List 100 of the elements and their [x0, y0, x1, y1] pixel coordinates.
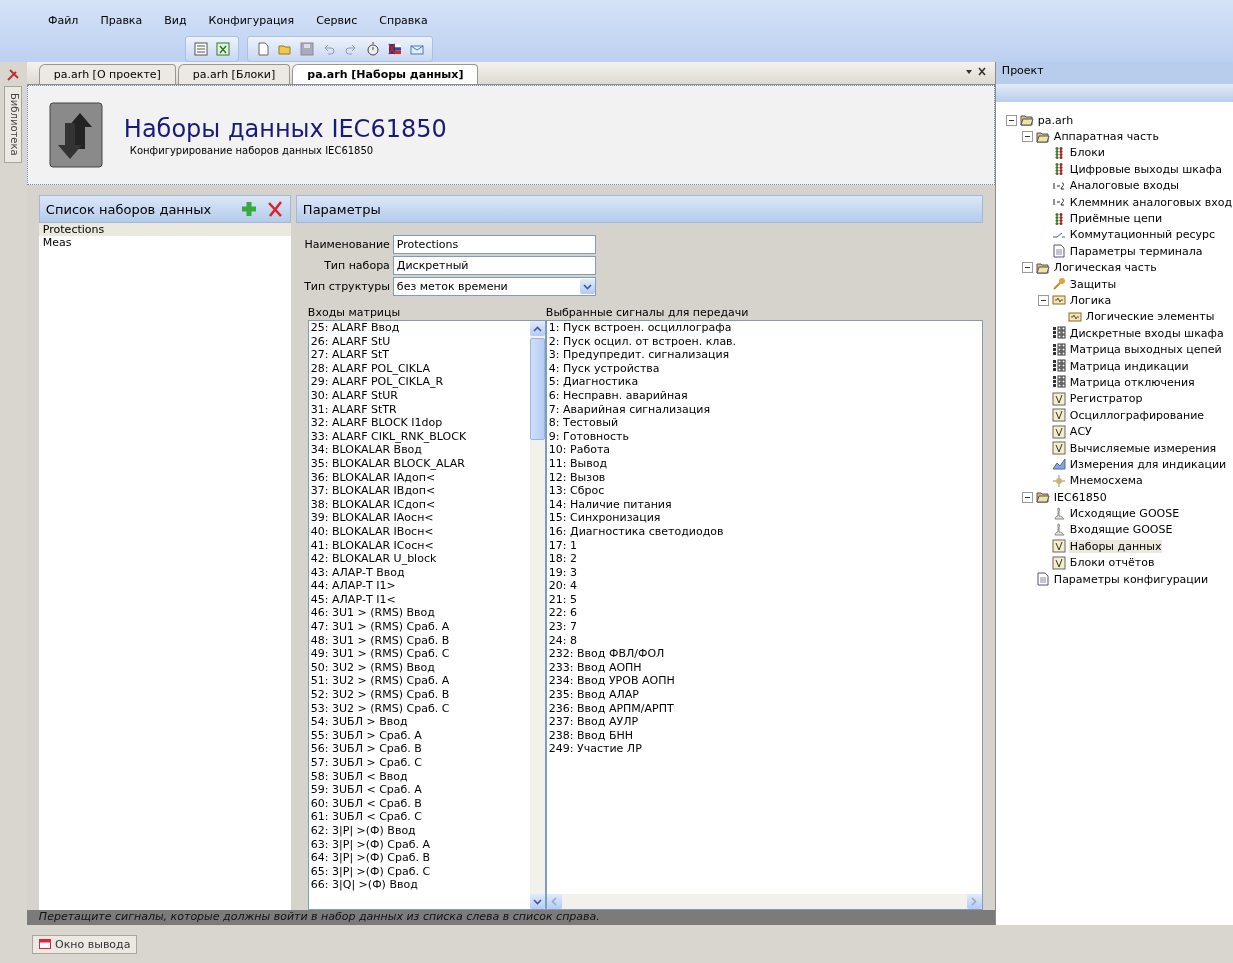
scrollbar[interactable]: [529, 321, 545, 909]
add-icon[interactable]: [239, 200, 258, 218]
input-field[interactable]: Дискретный: [392, 256, 596, 275]
list-item[interactable]: 34: BLOKALAR Ввод: [308, 443, 530, 457]
menu-item[interactable]: Сервис: [308, 14, 366, 32]
list-item[interactable]: 19: 3: [546, 565, 982, 580]
scroll-right-button[interactable]: [966, 894, 982, 909]
document-tab[interactable]: pa.arh [Блоки]: [177, 64, 291, 84]
list-item[interactable]: 55: 3UБЛ > Сраб. A: [308, 728, 530, 743]
list-item[interactable]: 59: 3UБЛ < Сраб. A: [308, 783, 530, 797]
list-item[interactable]: 65: 3|P| >(Ф) Сраб. C: [308, 864, 530, 879]
tree-item[interactable]: Дискретные входы шкафа: [1068, 326, 1225, 340]
list-item[interactable]: 21: 5: [546, 592, 982, 607]
tree-item[interactable]: Мнемосхема: [1068, 474, 1144, 488]
list-item[interactable]: 53: 3U2 > (RMS) Сраб. C: [308, 701, 530, 716]
side-tab[interactable]: Библиотека: [4, 86, 23, 163]
tab-controls-icon[interactable]: [964, 67, 987, 77]
list-item[interactable]: 50: 3U2 > (RMS) Ввод: [308, 660, 530, 675]
list-item[interactable]: 31: ALARF StTR: [308, 402, 530, 417]
list-item[interactable]: 233: Ввод АОПН: [546, 660, 982, 675]
tree-item[interactable]: Осциллографирование: [1068, 408, 1206, 422]
scrollbar-thumb[interactable]: [529, 338, 545, 440]
tree-item[interactable]: Логические элементы: [1084, 310, 1216, 324]
list-item[interactable]: 24: 8: [546, 633, 982, 648]
list-item[interactable]: 58: 3UБЛ < Ввод: [308, 769, 530, 784]
list-item[interactable]: 46: 3U1 > (RMS) Ввод: [308, 606, 530, 621]
save-icon[interactable]: [298, 40, 316, 58]
list-item[interactable]: 49: 3U1 > (RMS) Сраб. C: [308, 647, 530, 661]
list-item[interactable]: 13: Сброс: [546, 484, 982, 498]
tree-item[interactable]: Блоки отчётов: [1068, 556, 1156, 570]
output-tab[interactable]: Окно вывода: [32, 934, 138, 954]
list-item[interactable]: 249: Участие ЛР: [546, 742, 982, 756]
scroll-down-button[interactable]: [529, 894, 545, 909]
tree-item[interactable]: IEC61850: [1052, 490, 1108, 504]
list-item[interactable]: 32: ALARF BLOCK I1dop: [308, 416, 530, 430]
list-item[interactable]: 63: 3|P| >(Ф) Сраб. A: [308, 837, 530, 852]
list-item[interactable]: 56: 3UБЛ > Сраб. B: [308, 742, 530, 756]
list-item[interactable]: 29: ALARF POL_CIKLA_R: [308, 375, 530, 389]
list-item[interactable]: 9: Готовность: [546, 429, 982, 444]
list-item[interactable]: 11: Вывод: [546, 456, 982, 471]
list-item[interactable]: 28: ALARF POL_CIKLA: [308, 361, 530, 376]
list-item[interactable]: 1: Пуск встроен. осциллографа: [546, 321, 982, 335]
delete-icon[interactable]: [265, 200, 284, 218]
collapse-toggle[interactable]: [1021, 131, 1033, 143]
list-item[interactable]: 12: Вызов: [546, 470, 982, 485]
list-item[interactable]: 25: ALARF Ввод: [308, 321, 530, 335]
list-item[interactable]: 236: Ввод АРПМ/АРПТ: [546, 701, 982, 716]
dropdown-field[interactable]: без меток времени: [392, 277, 596, 296]
tree-item[interactable]: Регистратор: [1068, 392, 1144, 406]
list-item[interactable]: 22: 6: [546, 606, 982, 621]
collapse-toggle[interactable]: [1005, 114, 1017, 126]
list-item[interactable]: 26: ALARF StU: [308, 334, 530, 349]
list-item[interactable]: 30: ALARF StUR: [308, 388, 530, 403]
collapse-toggle[interactable]: [1037, 295, 1049, 306]
list-item[interactable]: 57: 3UБЛ > Сраб. C: [308, 756, 530, 770]
input-field[interactable]: Protections: [392, 235, 596, 254]
stopwatch-icon[interactable]: [364, 40, 382, 58]
list-item[interactable]: 15: Синхронизация: [546, 511, 982, 525]
collapse-toggle[interactable]: [1021, 491, 1033, 503]
tree-item[interactable]: Коммутационный ресурс: [1068, 228, 1217, 242]
tree-item[interactable]: Вычисляемые измерения: [1068, 441, 1218, 455]
list-item[interactable]: 54: 3UБЛ > Ввод: [308, 715, 530, 729]
menu-item[interactable]: Конфигурация: [200, 14, 303, 32]
list-item[interactable]: 61: 3UБЛ < Сраб. C: [308, 810, 530, 824]
document-tab[interactable]: pa.arh [О проекте]: [38, 64, 176, 84]
list-item[interactable]: 43: АЛАР-Т Ввод: [308, 565, 530, 580]
list-item[interactable]: 18: 2: [546, 552, 982, 566]
tree-item[interactable]: pa.arh: [1036, 113, 1075, 127]
menu-item[interactable]: Справка: [371, 14, 436, 32]
collapse-toggle[interactable]: [1021, 262, 1033, 274]
tree-item[interactable]: Измерения для индикации: [1068, 457, 1228, 471]
list-item[interactable]: 62: 3|P| >(Ф) Ввод: [308, 823, 530, 838]
spreadsheet-icon[interactable]: [214, 40, 232, 58]
list-item[interactable]: 238: Ввод БНН: [546, 728, 982, 743]
tree-item[interactable]: Параметры терминала: [1068, 244, 1204, 258]
scroll-up-button[interactable]: [529, 321, 545, 336]
list-item[interactable]: 235: Ввод АЛАР: [546, 688, 982, 702]
list-item[interactable]: 4: Пуск устройства: [546, 361, 982, 376]
list-item[interactable]: 2: Пуск осцил. от встроен. клав.: [546, 334, 982, 349]
list-item[interactable]: 39: BLOKALAR IАосн<: [308, 511, 530, 525]
tree-item[interactable]: Логика: [1068, 294, 1113, 307]
list-icon[interactable]: [192, 40, 210, 58]
tools-icon[interactable]: [6, 68, 21, 82]
menu-item[interactable]: Файл: [40, 14, 87, 32]
tree-item[interactable]: Матрица индикации: [1068, 359, 1190, 373]
list-item[interactable]: 8: Тестовый: [546, 416, 982, 430]
tree-item[interactable]: Приёмные цепи: [1068, 212, 1164, 226]
list-item[interactable]: 44: АЛАР-Т I1>: [308, 579, 530, 593]
dataset-item[interactable]: Protections: [38, 223, 291, 236]
list-item[interactable]: 232: Ввод ФВЛ/ФОЛ: [546, 647, 982, 661]
list-item[interactable]: 20: 4: [546, 579, 982, 593]
tree-item[interactable]: Аппаратная часть: [1052, 130, 1160, 144]
list-item[interactable]: 23: 7: [546, 620, 982, 634]
dataset-item[interactable]: Meas: [38, 236, 291, 249]
list-item[interactable]: 3: Предупредит. сигнализация: [546, 348, 982, 362]
list-item[interactable]: 60: 3UБЛ < Сраб. B: [308, 796, 530, 811]
list-item[interactable]: 234: Ввод УРОВ АОПН: [546, 674, 982, 689]
list-item[interactable]: 17: 1: [546, 538, 982, 553]
scrollbar[interactable]: [546, 894, 982, 909]
list-item[interactable]: 45: АЛАР-Т I1<: [308, 592, 530, 607]
